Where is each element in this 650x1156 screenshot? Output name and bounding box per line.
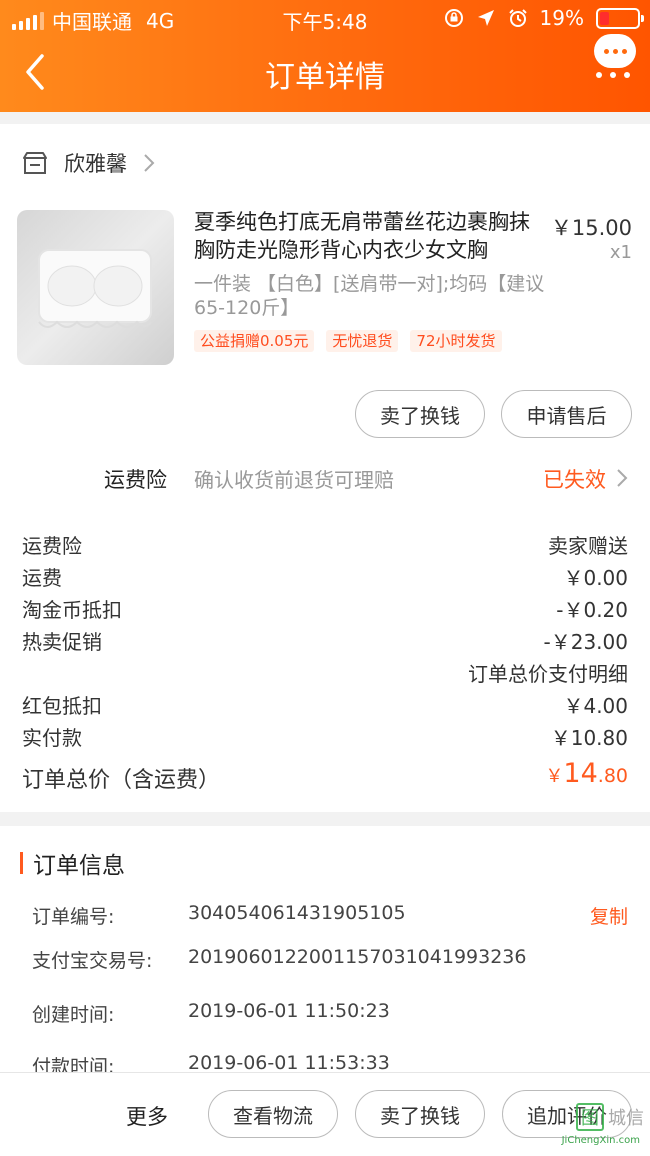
fee-row: 运费险 卖家赠送	[0, 528, 650, 560]
status-bar: 中国联通 4G 下午5:48 19%	[0, 0, 650, 36]
chevron-right-icon	[617, 469, 628, 487]
store-icon	[23, 152, 47, 174]
info-value: 304054061431905105	[188, 902, 406, 924]
product-image[interactable]	[17, 210, 174, 365]
copy-button[interactable]: 复制	[590, 902, 628, 929]
shipping-insurance-row[interactable]: 运费险 确认收货前退货可理赔 已失效	[0, 456, 650, 500]
insurance-desc: 确认收货前退货可理赔	[194, 468, 394, 492]
fee-label: 运费	[22, 566, 62, 590]
total-row: 订单总价（含运费） ￥14.80	[0, 758, 650, 794]
shop-name: 欣雅馨	[64, 152, 127, 176]
total-label: 订单总价（含运费）	[22, 768, 221, 793]
more-button[interactable]: 更多	[126, 1101, 168, 1131]
fee-row: 实付款 ￥10.80	[0, 720, 650, 752]
sell-button[interactable]: 卖了换钱	[355, 390, 485, 438]
fee-value: ￥10.80	[550, 726, 628, 750]
total-decimal: .80	[597, 765, 628, 787]
more-bubble-icon	[594, 34, 636, 68]
fee-list: 运费险 卖家赠送 运费 ￥0.00 淘金币抵扣 -￥0.20 热卖促销 -￥23.00 …	[0, 528, 650, 752]
info-value: 2019-06-01 11:53:33	[188, 1052, 390, 1072]
product-tags: 公益捐赠0.05元 无忧退货 72小时发货	[194, 330, 502, 352]
tag-return: 无忧退货	[326, 330, 399, 352]
view-logistics-button[interactable]: 查看物流	[208, 1090, 338, 1138]
rotation-lock-icon	[444, 8, 464, 28]
total-integer: 14	[563, 758, 598, 789]
battery-percent: 19%	[539, 6, 584, 30]
total-value: ￥14.80	[545, 758, 628, 789]
product-quantity: x1	[609, 242, 632, 263]
fee-label: 红包抵扣	[22, 694, 102, 718]
info-value: 2019060122001157031041993236	[188, 946, 527, 968]
bottom-action-bar: 更多 查看物流 卖了换钱 追加评价 图 城信 JiChengXin.com	[0, 1072, 650, 1156]
fee-row: 热卖促销 -￥23.00	[0, 624, 650, 656]
fee-row: 运费 ￥0.00	[0, 560, 650, 592]
product-title[interactable]: 夏季纯色打底无肩带蕾丝花边裹胸抹胸防走光隐形背心内衣少女文胸	[194, 208, 544, 264]
chevron-right-icon	[144, 154, 155, 172]
info-value: 2019-06-01 11:50:23	[188, 1000, 390, 1022]
order-info-heading: 订单信息	[33, 853, 125, 879]
fee-label: 热卖促销	[22, 630, 102, 654]
watermark-logo: 图 城信	[576, 1103, 644, 1131]
alipay-trade-row: 支付宝交易号: 2019060122001157031041993236	[0, 946, 650, 976]
tag-shipping: 72小时发货	[410, 330, 502, 352]
info-key: 支付宝交易号:	[32, 950, 153, 972]
sell-button-bottom[interactable]: 卖了换钱	[355, 1090, 485, 1138]
battery-icon	[596, 7, 644, 29]
order-info-title: 订单信息	[20, 848, 125, 879]
insurance-status: 已失效	[543, 468, 606, 492]
total-symbol: ￥	[545, 766, 564, 787]
watermark-domain: JiChengXin.com	[561, 1135, 640, 1146]
insurance-label: 运费险	[104, 468, 167, 492]
order-number-row: 订单编号: 304054061431905105 复制	[0, 902, 650, 932]
fee-value: -￥23.00	[543, 630, 628, 654]
product-price: ￥15.00	[550, 216, 632, 240]
product-sku: 一件装 【白色】[送肩带一对];均码【建议65-120斤】	[194, 273, 545, 319]
watermark-text: 城信	[608, 1108, 644, 1129]
more-menu-button[interactable]	[594, 34, 640, 80]
fee-value: 卖家赠送	[548, 534, 628, 558]
watermark-box: 图	[576, 1103, 604, 1131]
fee-value: ￥0.00	[563, 566, 628, 590]
tag-charity: 公益捐赠0.05元	[194, 330, 315, 352]
fee-label: 运费险	[22, 534, 82, 558]
paid-time-row: 付款时间: 2019-06-01 11:53:33	[0, 1052, 650, 1072]
info-key: 付款时间:	[32, 1056, 115, 1072]
info-key: 创建时间:	[32, 1004, 115, 1026]
after-sale-button[interactable]: 申请售后	[501, 390, 632, 438]
fee-value: ￥4.00	[563, 694, 628, 718]
payment-detail-row[interactable]: 订单总价支付明细	[0, 656, 650, 688]
location-icon	[476, 8, 496, 28]
order-info-card: 订单信息 订单编号: 304054061431905105 复制 支付宝交易号:…	[0, 826, 650, 1072]
fee-label: 实付款	[22, 726, 82, 750]
fee-row: 红包抵扣 ￥4.00	[0, 688, 650, 720]
alarm-icon	[508, 8, 528, 28]
info-key: 订单编号:	[32, 906, 115, 928]
page-title: 订单详情	[265, 60, 385, 95]
accent-bar	[20, 852, 23, 874]
created-time-row: 创建时间: 2019-06-01 11:50:23	[0, 1000, 650, 1030]
header: 中国联通 4G 下午5:48 19% 订单详情	[0, 0, 650, 112]
payment-detail-link[interactable]: 订单总价支付明细	[468, 658, 628, 687]
order-card: 欣雅馨 夏季纯色打底无肩带蕾丝花边裹胸抹胸防走光隐形背心内衣少女文胸 ￥15.0…	[0, 124, 650, 812]
shop-row[interactable]: 欣雅馨	[22, 146, 155, 180]
fee-value: -￥0.20	[556, 598, 628, 622]
fee-label: 淘金币抵扣	[22, 598, 122, 622]
fee-row: 淘金币抵扣 -￥0.20	[0, 592, 650, 624]
